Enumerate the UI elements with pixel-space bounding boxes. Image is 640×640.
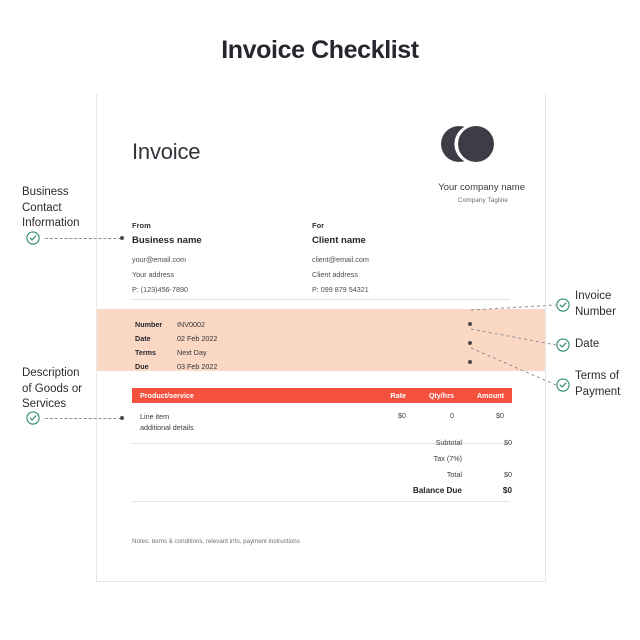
check-circle-icon [26,411,40,425]
line-items-table: Product/service Rate Qty/hrs Amount Line… [132,388,512,445]
invoice-notes: Notes: terms & conditions, relevant info… [132,538,300,545]
client-phone: P: 099 879 54321 [312,285,369,295]
annotation-label-date: Date [575,338,600,350]
connector-dot-invoice-number [468,322,472,326]
line-item-amount: $0 [496,411,504,420]
from-email: your@email.com [132,255,187,264]
column-header-qty: Qty/hrs [428,391,454,400]
check-circle-icon [556,298,570,312]
logo-circle-front [458,126,494,162]
from-business-name: Business name [132,234,202,246]
company-name: Your company name [438,182,525,193]
line-item-qty: 0 [450,411,454,420]
check-circle-icon [26,231,40,245]
from-heading: From [132,221,151,230]
connector-dot-terms [468,360,472,364]
annotation-connector-line [45,418,121,419]
total-label: Tax (7%) [433,454,462,463]
line-item-description: Line item [140,412,170,421]
detail-row-date: Date 02 Feb 2022 [135,334,217,343]
total-value: $0 [504,470,512,479]
divider [132,299,510,300]
detail-label: Due [135,362,149,371]
total-label: Subtotal [435,438,462,447]
detail-row-terms: Terms Next Day [135,348,207,357]
client-name: Client name [312,234,366,246]
line-item-rate: $0 [398,411,406,420]
totals-block: Subtotal $0 Tax (7%) Total $0 Balance Du… [337,438,512,502]
total-label: Balance Due [412,486,462,495]
total-label: Total [446,470,462,479]
detail-value: 02 Feb 2022 [177,334,218,343]
divider [132,501,510,502]
total-value: $0 [504,438,512,447]
annotation-label-description-of-goods-or-services: Description of Goods or Services [22,367,83,411]
client-email: client@email.com [312,255,369,264]
total-row-total: Total $0 [337,470,512,479]
column-header-amount: Amount [476,391,504,400]
total-value [462,454,512,463]
total-row-tax: Tax (7%) [337,454,512,463]
annotation-label-business-contact-information: Business Contact Information [22,186,80,230]
page-title: Invoice Checklist [221,36,419,64]
line-item-sub-description: additional details [140,423,194,433]
connector-dot-date [468,341,472,345]
detail-value: INV0002 [177,320,205,329]
client-address: Client address [312,270,358,280]
for-heading: For [312,221,325,230]
total-row-subtotal: Subtotal $0 [337,438,512,447]
total-row-balance-due: Balance Due $0 [337,486,512,495]
detail-row-number: Number INV0002 [135,320,205,329]
detail-label: Number [135,320,163,329]
detail-label: Date [135,334,151,343]
from-address: Your address [132,270,175,280]
column-header-rate: Rate [390,391,406,400]
table-header-row: Product/service Rate Qty/hrs Amount [132,388,512,403]
annotation-label-terms-of-payment: Terms of Payment [575,370,621,398]
annotation-connector-dot [120,416,124,420]
annotation-connector-line [45,238,121,239]
company-logo-icon [433,124,503,170]
invoice-card: Invoice Your company name Company Taglin… [96,94,546,582]
for-block: For Client name client@email.com Client … [312,222,369,302]
annotation-label-invoice-number: Invoice Number [575,290,616,318]
invoice-heading: Invoice [132,139,201,164]
detail-row-due: Due 03 Feb 2022 [135,362,217,371]
invoice-details-band: Number INV0002 Date 02 Feb 2022 Terms Next … [97,309,545,371]
from-phone: P: (123)456-7890 [132,285,188,295]
column-header-product: Product/service [140,391,194,400]
detail-value: Next Day [177,348,207,357]
annotation-connector-dot [120,236,124,240]
check-circle-icon [556,378,570,392]
detail-label: Terms [135,348,157,357]
check-circle-icon [556,338,570,352]
total-value: $0 [502,486,512,495]
detail-value: 03 Feb 2022 [177,362,218,371]
company-tagline: Company Tagline [457,197,508,204]
from-block: From Business name your@email.com Your a… [132,222,202,302]
